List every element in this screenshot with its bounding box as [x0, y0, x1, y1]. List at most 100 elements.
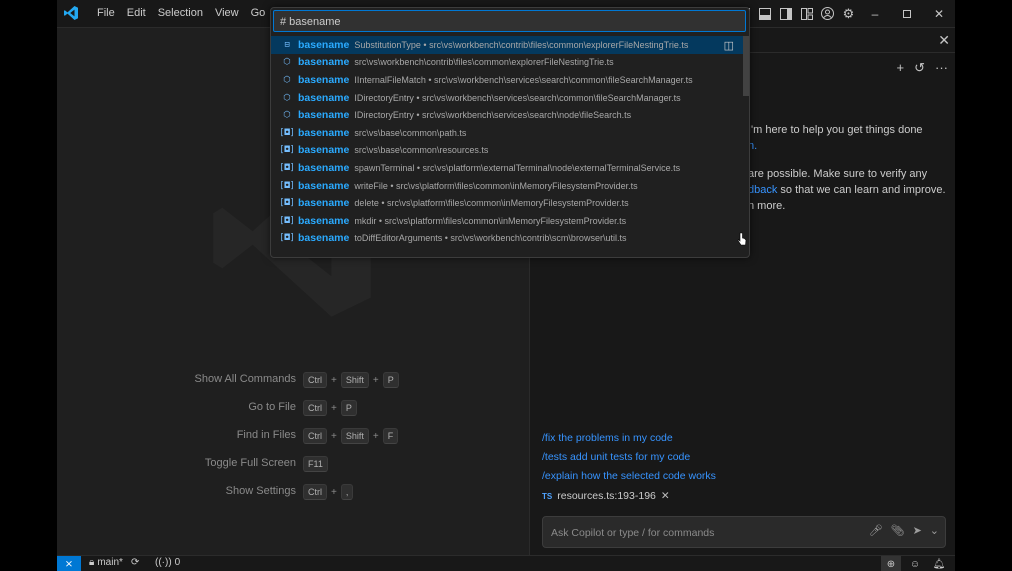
quick-pick-item[interactable]: [◘] basename toDiffEditorArguments • src…: [271, 230, 749, 248]
symbol-name: basename: [298, 144, 350, 157]
customize-layout-icon[interactable]: [796, 0, 817, 27]
shortcut-show-all-commands: Show All Commands Ctrl + Shift + P: [57, 371, 528, 389]
ports-indicator[interactable]: ((·)) 0: [155, 557, 180, 568]
close-window-icon[interactable]: ✕: [923, 0, 955, 27]
send-icon[interactable]: ➤: [913, 524, 922, 537]
context-reference-chip[interactable]: TS resources.ts:193-196 ✕: [542, 490, 670, 502]
welcome-line: n more.: [748, 200, 786, 212]
menu-view[interactable]: View: [209, 0, 245, 27]
more-actions-icon[interactable]: ···: [935, 60, 948, 76]
key: P: [340, 400, 357, 416]
maximize-icon[interactable]: [891, 0, 923, 27]
menu-edit[interactable]: Edit: [121, 0, 152, 27]
symbol-detail: IDirectoryEntry • src\vs\workbench\servi…: [354, 110, 632, 121]
menu-selection[interactable]: Selection: [152, 0, 209, 27]
menu-file[interactable]: File: [91, 0, 121, 27]
symbol-detail: IDirectoryEntry • src\vs\workbench\servi…: [354, 92, 681, 103]
remove-reference-icon[interactable]: ✕: [661, 490, 670, 502]
sync-icon[interactable]: ⟳: [131, 557, 139, 568]
quick-pick-item[interactable]: [◘] basename mkdir • src\vs\platform\fil…: [271, 212, 749, 230]
quick-pick-item[interactable]: [◘] basename src\vs\base\common\path.ts: [271, 124, 749, 142]
symbol-detail: spawnTerminal • src\vs\platform\external…: [354, 162, 681, 173]
symbol-detail: SubstitutionType • src\vs\workbench\cont…: [354, 39, 689, 50]
menu-go[interactable]: Go: [245, 0, 272, 27]
notifications-bell-icon[interactable]: 🔔︎: [929, 556, 949, 571]
branch-indicator[interactable]: 🔒︎ main*: [89, 557, 123, 568]
shortcut-show-settings: Show Settings Ctrl + ,: [57, 483, 528, 501]
accounts-icon[interactable]: [817, 0, 838, 27]
variable-icon: [◘]: [279, 180, 295, 191]
key: Shift: [340, 372, 369, 388]
key: P: [382, 372, 399, 388]
cube-icon: ⬡: [283, 110, 291, 121]
open-to-side-icon[interactable]: ◫: [724, 39, 734, 52]
suggestion-explain[interactable]: /explain how the selected code works: [542, 470, 716, 482]
shortcut-label: Find in Files: [236, 429, 296, 441]
suggestion-tests[interactable]: /tests add unit tests for my code: [542, 451, 690, 463]
broadcast-icon: ((·)): [155, 557, 172, 568]
quick-pick-scrollbar[interactable]: [743, 36, 749, 96]
chevron-down-icon[interactable]: ⌄: [930, 524, 939, 537]
chat-welcome-text: I'm here to help you get things done n. …: [748, 122, 955, 214]
chat-input[interactable]: [549, 523, 853, 543]
symbol-name: basename: [298, 126, 350, 139]
symbol-name: basename: [298, 179, 350, 192]
quick-pick-item[interactable]: ⬡ basename src\vs\workbench\contrib\file…: [271, 54, 749, 72]
quick-pick-input[interactable]: [278, 13, 732, 30]
toggle-secondary-sidebar-icon[interactable]: [775, 0, 796, 27]
microphone-icon[interactable]: 🎤︎: [869, 524, 883, 537]
symbol-name: basename: [298, 161, 350, 174]
class-icon: ⊟: [284, 39, 290, 50]
history-icon[interactable]: ↺: [914, 60, 925, 76]
key: Ctrl: [303, 484, 327, 500]
symbol-detail: src\vs\base\common\resources.ts: [354, 145, 489, 156]
symbol-name: basename: [298, 38, 350, 51]
feedback-link[interactable]: dback: [748, 184, 777, 196]
remote-indicator-icon[interactable]: ⨯: [57, 556, 81, 571]
cube-icon: ⬡: [283, 57, 291, 68]
chat-input-actions: 🎤︎ 📎︎ ➤ ⌄: [869, 524, 939, 537]
quick-pick-item[interactable]: [◘] basename writeFile • src\vs\platform…: [271, 177, 749, 195]
shortcut-go-to-file: Go to File Ctrl + P: [57, 399, 528, 417]
welcome-line: I'm here to help you get things done: [748, 124, 923, 136]
branch-name: main*: [97, 557, 123, 568]
quick-pick-item[interactable]: ⬡ basename IDirectoryEntry • src\vs\work…: [271, 106, 749, 124]
symbol-detail: src\vs\workbench\contrib\files\common\ex…: [354, 57, 614, 68]
shortcut-toggle-full-screen: Toggle Full Screen F11: [57, 455, 528, 473]
quick-pick-input-box: [273, 10, 746, 32]
variable-icon: [◘]: [279, 215, 295, 226]
key: ,: [340, 484, 354, 500]
title-bar-actions: ⚙ – ✕: [733, 0, 955, 27]
lock-icon: 🔒︎: [89, 557, 95, 568]
new-chat-icon[interactable]: +: [897, 60, 905, 76]
toggle-panel-icon[interactable]: [754, 0, 775, 27]
key: F: [382, 428, 399, 444]
close-panel-icon[interactable]: ✕: [938, 32, 950, 49]
symbol-name: basename: [298, 214, 350, 227]
vscode-logo-icon[interactable]: [63, 5, 79, 21]
attach-icon[interactable]: 📎︎: [891, 524, 905, 537]
suggestion-fix[interactable]: /fix the problems in my code: [542, 432, 673, 444]
variable-icon: [◘]: [279, 145, 295, 156]
quick-pick-item[interactable]: ⬡ basename IInternalFileMatch • src\vs\w…: [271, 71, 749, 89]
menu-bar: File Edit Selection View Go: [91, 0, 271, 27]
quick-pick-item[interactable]: [◘] basename src\vs\base\common\resource…: [271, 142, 749, 160]
quick-pick-item[interactable]: [◘] basename spawnTerminal • src\vs\plat…: [271, 159, 749, 177]
symbol-name: basename: [298, 73, 350, 86]
minimize-icon[interactable]: –: [859, 0, 891, 27]
mouse-pointer-icon: [737, 232, 747, 246]
quick-pick-item[interactable]: ⊟ basename SubstitutionType • src\vs\wor…: [271, 36, 749, 54]
shortcut-label: Show Settings: [225, 485, 296, 497]
zoom-icon[interactable]: ⊕: [881, 556, 901, 571]
quick-pick-item[interactable]: ⬡ basename IDirectoryEntry • src\vs\work…: [271, 89, 749, 107]
cube-icon: ⬡: [283, 74, 291, 85]
key: Shift: [340, 428, 369, 444]
symbol-detail: mkdir • src\vs\platform\files\common\inM…: [354, 215, 627, 226]
symbol-detail: writeFile • src\vs\platform\files\common…: [354, 180, 638, 191]
settings-gear-icon[interactable]: ⚙: [838, 0, 859, 27]
quick-pick-item[interactable]: [◘] basename delete • src\vs\platform\fi…: [271, 194, 749, 212]
variable-icon: [◘]: [279, 162, 295, 173]
copilot-icon[interactable]: ☺: [905, 556, 925, 571]
symbol-name: basename: [298, 197, 350, 210]
symbol-quick-pick: ⊟ basename SubstitutionType • src\vs\wor…: [270, 7, 750, 258]
